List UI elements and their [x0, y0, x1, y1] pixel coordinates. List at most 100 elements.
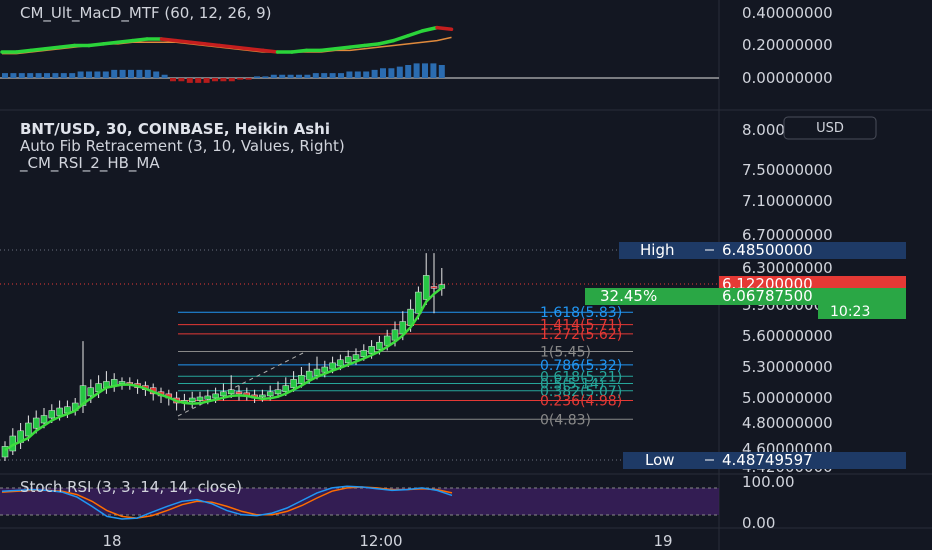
candle-body	[266, 391, 274, 397]
low-value: 4.48749597	[722, 451, 813, 469]
macd-histogram-bar	[60, 73, 67, 78]
fib-level-label: 1.272(5.62)	[540, 327, 622, 343]
currency-button[interactable]: USD	[783, 116, 877, 140]
macd-line-segment	[203, 42, 222, 48]
macd-histogram-bar	[27, 73, 34, 78]
macd-histogram-bar	[354, 71, 361, 78]
candle-body	[337, 359, 344, 367]
candle-body	[188, 397, 196, 402]
macd-line-segment	[87, 42, 106, 48]
macd-line-segment	[290, 48, 309, 54]
time-axis[interactable]: 18 12:00 19	[102, 532, 672, 550]
candle-body	[204, 395, 212, 400]
candle-body	[344, 356, 352, 364]
macd-histogram-bar	[119, 69, 126, 78]
macd-histogram-bar	[44, 73, 50, 78]
macd-line-segment	[333, 45, 352, 51]
macd-histogram-bar	[52, 73, 59, 78]
macd-histogram-bar	[212, 78, 218, 82]
candle-body	[235, 391, 243, 395]
candle-body	[368, 346, 375, 354]
price-axis-label: 5.30000000	[742, 358, 833, 376]
macd-line-segment	[174, 38, 193, 44]
fib-level-label: 0(4.83)	[540, 412, 591, 428]
macd-pane[interactable]: CM_Ult_MacD_MTF (60, 12, 26, 9) 0.400000…	[0, 4, 833, 87]
macd-histogram-bar	[304, 74, 311, 78]
symbol-title: BNT/USD, 30, COINBASE, Heikin Ashi	[20, 120, 330, 138]
macd-line-segment	[29, 47, 48, 53]
candle-body	[298, 375, 305, 384]
candle-body	[40, 415, 48, 424]
stoch-rsi-title: Stoch RSI (3, 3, 14, 14, close)	[20, 478, 242, 496]
macd-line-segment	[232, 45, 251, 51]
candle-body	[48, 410, 56, 419]
macd-histogram-bar	[220, 78, 227, 82]
candle-body	[383, 335, 391, 346]
macd-histogram-bar	[86, 71, 92, 78]
macd-histogram-bar	[237, 78, 244, 80]
macd-histogram-bar	[312, 73, 319, 78]
candle-body	[329, 362, 336, 370]
indicator-title-fib: Auto Fib Retracement (3, 10, Values, Rig…	[20, 137, 345, 155]
candle-body	[196, 396, 204, 401]
macd-line-segment	[58, 43, 77, 49]
macd-histogram-bar	[396, 66, 403, 78]
macd-line-segment	[14, 48, 33, 54]
time-label: 18	[102, 532, 121, 550]
candle-body	[360, 350, 368, 357]
countdown-value: 10:23	[830, 304, 870, 320]
macd-title: CM_Ult_MacD_MTF (60, 12, 26, 9)	[20, 4, 272, 23]
macd-line-segment	[159, 37, 178, 43]
candle-body	[87, 387, 95, 397]
macd-line-segment	[217, 43, 236, 49]
ma-value: 6.06787500	[722, 287, 813, 305]
macd-histogram-bar	[102, 71, 109, 78]
candle-body	[282, 385, 290, 393]
macd-histogram	[2, 63, 445, 83]
candle-body	[259, 394, 266, 398]
macd-histogram-bar	[153, 71, 160, 78]
macd-histogram-bar	[405, 65, 412, 78]
candle-body	[118, 381, 126, 384]
price-pane[interactable]: 1.618(5.83)1.414(5.71)1.272(5.62)1(5.45)…	[0, 116, 906, 476]
macd-histogram-bar	[287, 74, 294, 78]
high-value: 6.48500000	[722, 241, 813, 259]
macd-histogram-bar	[144, 69, 151, 78]
macd-line-segment	[435, 25, 454, 31]
macd-histogram-bar	[195, 78, 202, 83]
rsi-axis-label: 100.00	[742, 473, 795, 491]
macd-histogram-bar	[245, 78, 252, 80]
macd-histogram-bar	[346, 71, 353, 78]
candle-body	[32, 417, 40, 429]
macd-line-segment	[420, 25, 439, 33]
macd-line-segment	[319, 47, 338, 53]
macd-histogram-bar	[2, 73, 8, 78]
macd-line-segment	[362, 42, 381, 48]
candle-body	[290, 379, 297, 388]
macd-histogram-bar	[35, 73, 42, 78]
candle-body	[430, 286, 438, 289]
macd-histogram-bar	[186, 78, 193, 83]
macd-histogram-bar	[94, 71, 101, 78]
macd-histogram-bar	[10, 73, 17, 78]
macd-histogram-bar	[279, 74, 286, 78]
macd-line-segment	[116, 38, 135, 44]
macd-histogram-bar	[296, 74, 302, 78]
candle-body	[313, 368, 321, 376]
macd-histogram-bar	[380, 68, 386, 78]
macd-histogram-bar	[161, 74, 168, 78]
macd-histogram-bar	[178, 78, 185, 82]
macd-line-segment	[348, 43, 367, 49]
macd-histogram-bar	[111, 69, 118, 78]
macd-histogram-bar	[69, 73, 76, 78]
macd-histogram-bar	[77, 71, 84, 78]
time-label: 19	[653, 532, 672, 550]
high-label: High	[640, 241, 674, 259]
macd-line-segment	[188, 40, 207, 46]
macd-histogram-bar	[228, 78, 235, 82]
macd-histogram-bar	[430, 63, 437, 78]
macd-line-segment	[377, 38, 396, 46]
candle-body	[227, 389, 235, 395]
stoch-rsi-pane[interactable]: Stoch RSI (3, 3, 14, 14, close) 100.00 0…	[0, 473, 795, 532]
macd-histogram-bar	[438, 65, 445, 78]
